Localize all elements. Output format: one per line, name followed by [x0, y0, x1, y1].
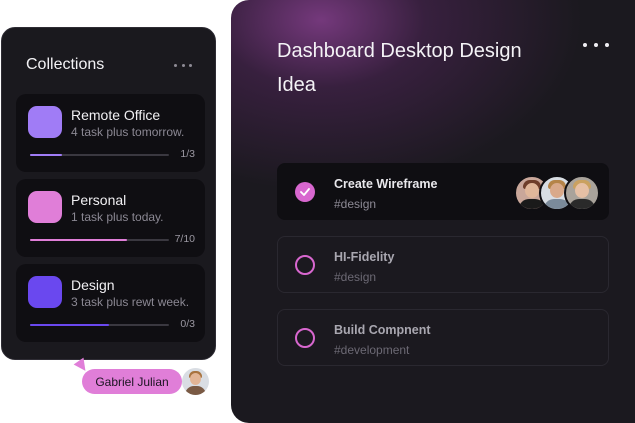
- collections-panel: Collections Remote Office 4 task plus to…: [1, 27, 216, 360]
- progress-count: 0/3: [180, 318, 195, 330]
- collections-title: Collections: [26, 56, 105, 73]
- avatar: [564, 175, 600, 211]
- collection-card-design[interactable]: Design 3 task plus rewt week. 0/3: [16, 264, 205, 342]
- avatar: [182, 368, 209, 395]
- collection-subtitle: 1 task plus today.: [71, 210, 164, 224]
- dashboard-title: Dashboard Desktop Design Idea: [277, 40, 522, 96]
- empty-circle-icon[interactable]: [295, 255, 315, 275]
- collection-title: Personal: [71, 192, 127, 208]
- task-tag: #design: [334, 197, 377, 211]
- user-chip[interactable]: Gabriel Julian: [82, 369, 182, 394]
- task-title: Build Compnent: [334, 323, 431, 337]
- collections-more-icon[interactable]: [174, 60, 192, 70]
- collection-color-icon: [28, 106, 62, 138]
- progress-fill: [30, 324, 110, 326]
- progress-track: [30, 239, 169, 241]
- task-title: HI-Fidelity: [334, 250, 395, 264]
- collection-subtitle: 4 task plus tomorrow.: [71, 125, 185, 139]
- task-item-create-wireframe[interactable]: Create Wireframe #design: [277, 163, 609, 220]
- task-tag: #design: [334, 270, 377, 284]
- collection-title: Remote Office: [71, 107, 161, 123]
- collection-title: Design: [71, 277, 115, 293]
- collection-subtitle: 3 task plus rewt week.: [71, 295, 190, 309]
- collection-color-icon: [28, 276, 62, 308]
- progress-fill: [30, 154, 62, 156]
- progress-count: 7/10: [174, 233, 195, 245]
- assignee-avatars: [514, 175, 600, 211]
- task-title: Create Wireframe: [334, 177, 438, 191]
- dashboard-panel: Dashboard Desktop Design Idea Create Wir…: [231, 0, 635, 423]
- empty-circle-icon[interactable]: [295, 328, 315, 348]
- task-item-build-component[interactable]: Build Compnent #development: [277, 309, 609, 366]
- task-tag: #development: [334, 343, 410, 357]
- collection-card-remote-office[interactable]: Remote Office 4 task plus tomorrow. 1/3: [16, 94, 205, 172]
- dashboard-more-icon[interactable]: [583, 38, 609, 52]
- progress-count: 1/3: [180, 148, 195, 160]
- collection-color-icon: [28, 191, 62, 223]
- checked-circle-icon[interactable]: [295, 182, 315, 202]
- collection-card-personal[interactable]: Personal 1 task plus today. 7/10: [16, 179, 205, 257]
- progress-track: [30, 324, 169, 326]
- progress-fill: [30, 239, 128, 241]
- task-item-hi-fidelity[interactable]: HI-Fidelity #design: [277, 236, 609, 293]
- progress-track: [30, 154, 169, 156]
